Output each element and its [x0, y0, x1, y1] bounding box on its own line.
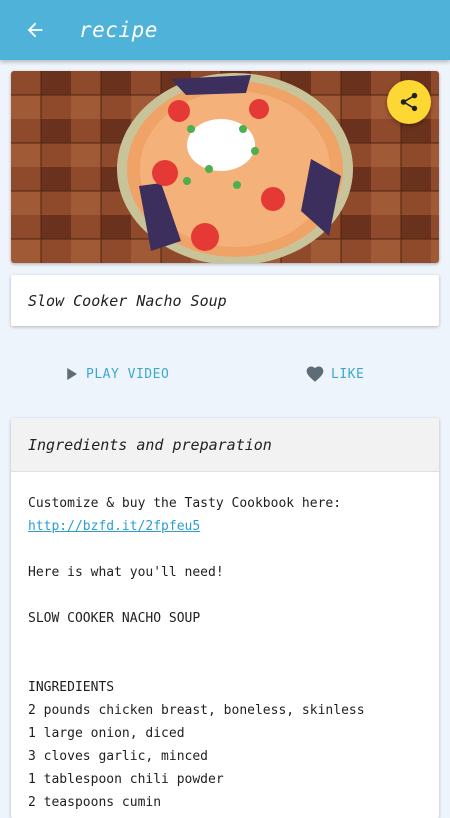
- ingredient-item: 1 large onion, diced: [28, 726, 185, 741]
- recipe-title-card: Slow Cooker Nacho Soup: [11, 275, 439, 326]
- play-video-label: PLAY VIDEO: [86, 366, 170, 382]
- ingredients-card-title: Ingredients and preparation: [28, 435, 272, 454]
- ingredient-item: 1 tablespoon chili powder: [28, 772, 224, 787]
- recipe-title: Slow Cooker Nacho Soup: [28, 291, 227, 310]
- play-icon: [67, 368, 77, 380]
- app-bar: recipe: [0, 0, 450, 60]
- ingredient-item: 2 pounds chicken breast, boneless, skinl…: [28, 703, 365, 718]
- back-button[interactable]: [15, 10, 55, 50]
- heart-icon: [306, 366, 324, 382]
- ingredients-card: Ingredients and preparation Customize & …: [11, 418, 439, 818]
- cookbook-link[interactable]: http://bzfd.it/2fpfeu5: [28, 515, 422, 538]
- ingredient-item: 3 cloves garlic, minced: [28, 749, 209, 764]
- ingredients-heading: INGREDIENTS: [28, 680, 115, 695]
- recipe-name-caps: SLOW COOKER NACHO SOUP: [28, 611, 201, 626]
- ingredient-item: 2 teaspoons cumin: [28, 795, 162, 810]
- like-button[interactable]: LIKE: [305, 356, 364, 392]
- need-text: Here is what you'll need!: [28, 565, 224, 580]
- like-label: LIKE: [331, 366, 365, 382]
- ingredients-card-body: Customize & buy the Tasty Cookbook here:…: [11, 472, 439, 814]
- ingredients-card-header: Ingredients and preparation: [11, 418, 439, 472]
- share-button[interactable]: [387, 80, 431, 124]
- recipe-hero-image: [11, 71, 439, 263]
- share-icon: [400, 92, 418, 112]
- action-row: PLAY VIDEO LIKE: [0, 356, 450, 392]
- app-title: recipe: [79, 18, 158, 42]
- intro-text: Customize & buy the Tasty Cookbook here:: [28, 496, 342, 511]
- arrow-back-icon: [27, 22, 43, 38]
- play-video-button[interactable]: PLAY VIDEO: [62, 356, 169, 392]
